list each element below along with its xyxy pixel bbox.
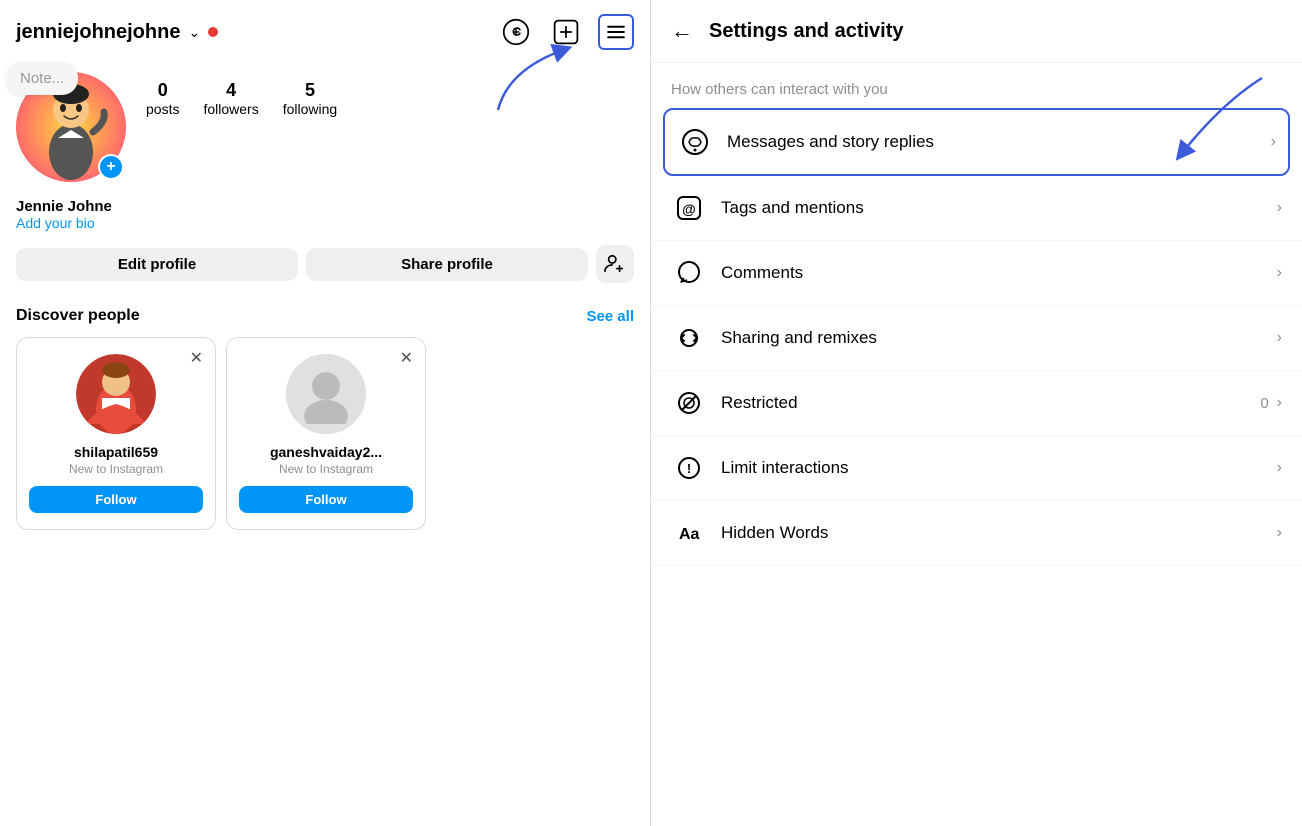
hidden-label: Hidden Words (721, 523, 1277, 543)
posts-count: 0 (146, 80, 179, 101)
svg-text:@: @ (682, 201, 696, 217)
settings-item-sharing[interactable]: Sharing and remixes › (651, 306, 1302, 371)
edit-profile-button[interactable]: Edit profile (16, 248, 298, 281)
follow-person-1-button[interactable]: Follow (29, 486, 203, 513)
add-suggested-button[interactable] (596, 245, 634, 283)
settings-item-tags[interactable]: @ Tags and mentions › (651, 176, 1302, 241)
person-card-2: ✕ ganeshvaiday2... New to Instagram Foll… (226, 337, 426, 530)
person-1-sub: New to Instagram (29, 462, 203, 476)
chevron-right-sharing-icon: › (1277, 329, 1282, 347)
new-post-button[interactable] (548, 14, 584, 50)
followers-label: followers (203, 101, 258, 117)
right-panel: ← Settings and activity How others can i… (651, 0, 1302, 826)
discover-title: Discover people (16, 307, 140, 325)
settings-item-restricted[interactable]: Restricted 0 › (651, 371, 1302, 436)
person-1-name: shilapatil659 (29, 444, 203, 460)
threads-button[interactable] (498, 14, 534, 50)
name-bio-section: Jennie Johne Add your bio (0, 198, 650, 245)
posts-stat: 0 posts (146, 80, 179, 119)
section-subtitle: How others can interact with you (651, 63, 1302, 108)
chevron-right-hidden-icon: › (1277, 524, 1282, 542)
comments-label: Comments (721, 263, 1277, 283)
chevron-right-comments-icon: › (1277, 264, 1282, 282)
messages-icon (677, 124, 713, 160)
person-card-1: ✕ shilapatil659 New to Instagram Foll (16, 337, 216, 530)
tags-icon: @ (671, 190, 707, 226)
people-cards: ✕ shilapatil659 New to Instagram Foll (0, 337, 650, 530)
see-all-link[interactable]: See all (586, 308, 634, 325)
top-bar: jenniejohnejohne ⌄ (0, 0, 650, 64)
display-name: Jennie Johne (16, 198, 634, 215)
action-buttons: Edit profile Share profile (0, 245, 650, 299)
person-1-avatar (76, 354, 156, 434)
note-text: Note... (20, 70, 64, 87)
restricted-badge: 0 (1260, 395, 1268, 412)
add-to-story-button[interactable]: + (98, 154, 124, 180)
followers-count: 4 (203, 80, 258, 101)
tags-label: Tags and mentions (721, 198, 1277, 218)
followers-stat[interactable]: 4 followers (203, 80, 258, 119)
settings-item-limit[interactable]: ! Limit interactions › (651, 436, 1302, 501)
svg-text:Aa: Aa (679, 526, 700, 543)
chevron-right-limit-icon: › (1277, 459, 1282, 477)
left-panel: jenniejohnejohne ⌄ (0, 0, 651, 826)
top-icons (498, 14, 634, 50)
discover-header: Discover people See all (0, 299, 650, 337)
note-bubble[interactable]: Note... (6, 62, 78, 95)
settings-item-messages[interactable]: Messages and story replies › (663, 108, 1290, 176)
dropdown-chevron-icon[interactable]: ⌄ (188, 24, 200, 41)
settings-item-comments[interactable]: Comments › (651, 241, 1302, 306)
chevron-right-messages-icon: › (1271, 133, 1276, 151)
sharing-icon (671, 320, 707, 356)
profile-section: Note... (0, 64, 650, 198)
username-row: jenniejohnejohne ⌄ (16, 21, 488, 44)
person-2-avatar (286, 354, 366, 434)
close-person-2-icon[interactable]: ✕ (400, 348, 413, 368)
right-header: ← Settings and activity (651, 0, 1302, 63)
settings-item-hidden[interactable]: Aa Hidden Words › (651, 501, 1302, 566)
person-2-sub: New to Instagram (239, 462, 413, 476)
avatar-wrap: Note... (16, 72, 126, 182)
following-label: following (283, 101, 337, 117)
chevron-right-tags-icon: › (1277, 199, 1282, 217)
plus-icon: + (106, 159, 115, 175)
following-stat[interactable]: 5 following (283, 80, 337, 119)
chevron-right-restricted-icon: › (1277, 394, 1282, 412)
hidden-words-icon: Aa (671, 515, 707, 551)
back-button[interactable]: ← (671, 18, 693, 44)
add-bio-link[interactable]: Add your bio (16, 215, 634, 231)
following-count: 5 (283, 80, 337, 101)
limit-icon: ! (671, 450, 707, 486)
sharing-label: Sharing and remixes (721, 328, 1277, 348)
share-profile-button[interactable]: Share profile (306, 248, 588, 281)
follow-person-2-button[interactable]: Follow (239, 486, 413, 513)
comments-icon (671, 255, 707, 291)
restricted-icon (671, 385, 707, 421)
activity-dot (208, 27, 218, 37)
settings-list: Messages and story replies › @ Tags and … (651, 108, 1302, 566)
restricted-label: Restricted (721, 393, 1260, 413)
messages-label: Messages and story replies (727, 132, 1271, 152)
posts-label: posts (146, 101, 179, 117)
right-content: How others can interact with you Message… (651, 63, 1302, 566)
username: jenniejohnejohne (16, 21, 180, 44)
person-2-name: ganeshvaiday2... (239, 444, 413, 460)
settings-title: Settings and activity (709, 20, 904, 43)
svg-text:!: ! (687, 461, 691, 476)
stats-row: 0 posts 4 followers 5 following (146, 72, 337, 119)
menu-button[interactable] (598, 14, 634, 50)
limit-label: Limit interactions (721, 458, 1277, 478)
stats-section: 0 posts 4 followers 5 following (146, 72, 337, 119)
close-person-1-icon[interactable]: ✕ (190, 348, 203, 368)
